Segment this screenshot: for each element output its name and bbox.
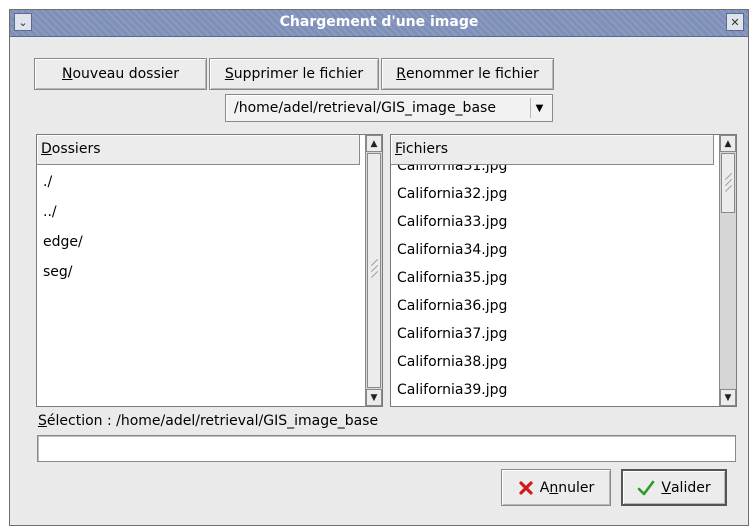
title-bar[interactable]: ⌄ Chargement d'une image ✕ bbox=[10, 10, 748, 37]
ok-button[interactable]: Valider bbox=[621, 469, 727, 506]
folder-item[interactable]: ../ bbox=[43, 204, 57, 220]
down-arrow-icon: ▼ bbox=[370, 392, 378, 403]
file-item[interactable]: California32.jpg bbox=[397, 186, 507, 202]
selection-label-mnemonic: S bbox=[38, 413, 47, 429]
scroll-down-button[interactable]: ▼ bbox=[366, 389, 382, 406]
file-item[interactable]: California36.jpg bbox=[397, 298, 507, 314]
file-item[interactable]: California38.jpg bbox=[397, 354, 507, 370]
grip-icon bbox=[724, 184, 733, 193]
files-scrollbar[interactable]: ▲ ▼ bbox=[719, 135, 736, 406]
cancel-mnemonic: n bbox=[549, 479, 559, 496]
scroll-thumb[interactable] bbox=[367, 153, 381, 388]
scroll-up-button[interactable]: ▲ bbox=[366, 135, 382, 152]
selection-label: Sélection : /home/adel/retrieval/GIS_ima… bbox=[38, 413, 378, 429]
green-check-icon bbox=[637, 480, 655, 496]
file-item[interactable]: California37.jpg bbox=[397, 326, 507, 342]
files-header-mnemonic: F bbox=[395, 141, 403, 157]
new-folder-button[interactable]: Nouveau dossier bbox=[34, 58, 207, 90]
folders-header-mnemonic: D bbox=[41, 141, 52, 157]
selection-label-text: élection : /home/adel/retrieval/GIS_imag… bbox=[46, 413, 379, 429]
up-arrow-icon: ▲ bbox=[724, 138, 732, 149]
file-item[interactable]: California34.jpg bbox=[397, 242, 507, 258]
delete-file-label: upprimer le fichier bbox=[233, 66, 364, 82]
file-item[interactable]: California35.jpg bbox=[397, 270, 507, 286]
scroll-up-button[interactable]: ▲ bbox=[720, 135, 736, 152]
grip-icon bbox=[370, 270, 379, 279]
red-x-icon bbox=[518, 480, 534, 496]
cancel-button[interactable]: An nuler bbox=[501, 469, 611, 506]
new-folder-mnemonic: N bbox=[61, 66, 73, 82]
files-header-label: ichiers bbox=[402, 141, 449, 157]
files-list: California31.jpg California32.jpg Califo… bbox=[390, 134, 737, 407]
file-item[interactable]: California39.jpg bbox=[397, 382, 507, 398]
folders-header-label: ossiers bbox=[51, 141, 101, 157]
cancel-label-pre: A bbox=[539, 479, 550, 496]
file-item[interactable]: California33.jpg bbox=[397, 214, 507, 230]
ok-label: alider bbox=[670, 479, 711, 496]
up-arrow-icon: ▲ bbox=[370, 138, 378, 149]
ok-mnemonic: V bbox=[661, 479, 671, 496]
cancel-label: nuler bbox=[558, 479, 595, 496]
down-arrow-icon: ▼ bbox=[724, 392, 732, 403]
window-close-button[interactable]: ✕ bbox=[726, 13, 744, 31]
rename-file-label: enommer le fichier bbox=[405, 66, 539, 82]
scroll-thumb[interactable] bbox=[721, 153, 735, 213]
close-icon: ✕ bbox=[730, 15, 740, 29]
delete-file-mnemonic: S bbox=[224, 66, 234, 82]
rename-file-mnemonic: R bbox=[396, 66, 406, 82]
folders-list: Dossiers ./ ../ edge/ seg/ ▲ ▼ bbox=[36, 134, 383, 407]
folders-column-header[interactable]: Dossiers bbox=[37, 135, 360, 165]
folder-item[interactable]: edge/ bbox=[43, 234, 83, 250]
chevron-down-icon[interactable]: ▼ bbox=[530, 98, 548, 118]
folder-item[interactable]: ./ bbox=[43, 174, 52, 190]
rename-file-button[interactable]: Renommer le fichier bbox=[381, 58, 554, 90]
file-chooser-dialog: ⌄ Chargement d'une image ✕ Nouveau dossi… bbox=[9, 9, 749, 526]
delete-file-button[interactable]: Supprimer le fichier bbox=[209, 58, 379, 90]
new-folder-label: ouveau dossier bbox=[72, 66, 180, 82]
window-title: Chargement d'une image bbox=[279, 14, 479, 30]
folders-scrollbar[interactable]: ▲ ▼ bbox=[365, 135, 382, 406]
path-dropdown[interactable]: /home/adel/retrieval/GIS_image_base ▼ bbox=[225, 94, 553, 122]
folder-item[interactable]: seg/ bbox=[43, 264, 73, 280]
selection-field[interactable] bbox=[37, 435, 736, 462]
files-column-header[interactable]: Fichiers bbox=[391, 135, 714, 165]
path-dropdown-value: /home/adel/retrieval/GIS_image_base bbox=[234, 100, 496, 116]
scroll-down-button[interactable]: ▼ bbox=[720, 389, 736, 406]
